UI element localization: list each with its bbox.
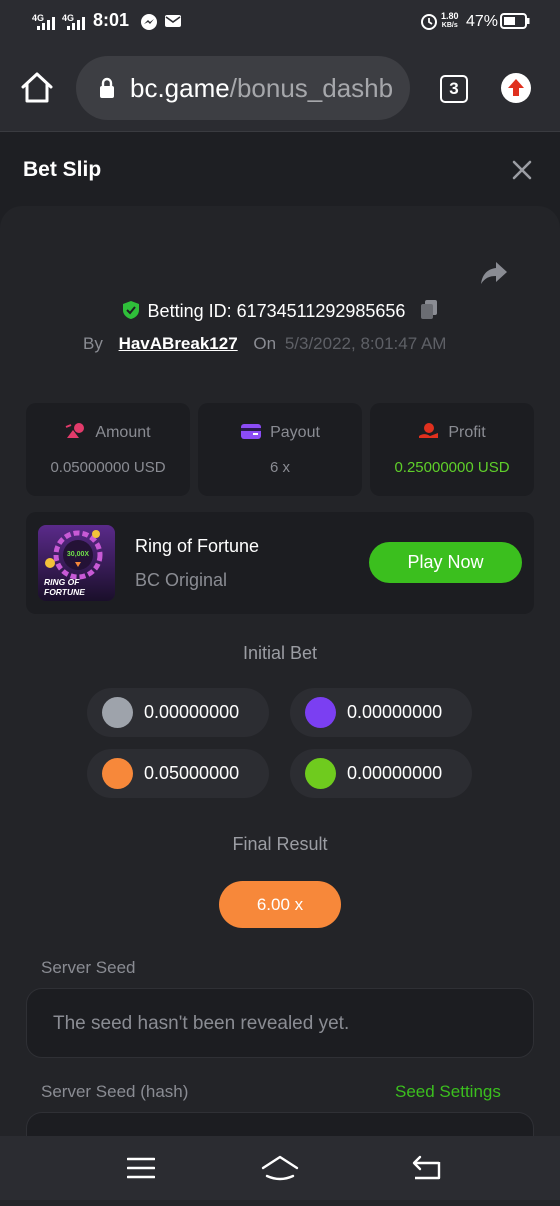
svg-text:FORTUNE: FORTUNE (44, 587, 85, 597)
currency-chip-2: 0.00000000 (290, 688, 472, 737)
home-nav-icon[interactable] (261, 1154, 299, 1182)
chip-value: 0.00000000 (347, 763, 443, 783)
amount-value: 0.05000000 USD (50, 459, 166, 476)
recents-icon[interactable] (127, 1156, 155, 1180)
by-label: By (83, 334, 103, 353)
system-nav-bar (0, 1136, 560, 1200)
profit-label-text: Profit (448, 424, 486, 441)
signal-icon: 4G (32, 13, 55, 30)
bet-datetime: 5/3/2022, 8:01:47 AM (284, 334, 447, 353)
url-text: bc.game/bonus_dashb (130, 73, 393, 104)
alarm-icon (421, 14, 437, 30)
server-seed-hash-label: Server Seed (hash) (41, 1082, 189, 1101)
game-name: Ring of Fortune (135, 536, 260, 556)
game-card: 30,00X RING OF FORTUNE Ring of Fortune B… (26, 512, 534, 614)
game-subtitle: BC Original (135, 570, 228, 590)
status-bar: 4G 4G 8:01 1.80 KB/s 47% (0, 0, 560, 44)
copy-icon[interactable] (420, 299, 438, 320)
profit-icon (419, 423, 439, 438)
final-result-title: Final Result (232, 834, 328, 854)
coin-icon-orange (102, 758, 133, 789)
modal-header: Bet Slip (0, 132, 560, 208)
clock: 8:01 (93, 10, 130, 30)
chip-value: 0.00000000 (144, 702, 240, 722)
profit-card: Profit 0.25000000 USD (370, 403, 534, 496)
shield-icon (122, 301, 139, 319)
coin-icon-gray (102, 697, 133, 728)
profit-value: 0.25000000 USD (394, 459, 510, 476)
battery-icon (500, 13, 530, 29)
currency-chip-1: 0.00000000 (87, 688, 269, 737)
ring-of-fortune-thumbnail: 30,00X RING OF FORTUNE (38, 525, 115, 601)
signal-icon-2: 4G (62, 13, 85, 30)
payout-value: 6 x (269, 459, 290, 476)
battery-percent: 47% (466, 13, 499, 30)
tab-switcher-button[interactable]: 3 (440, 75, 468, 103)
coin-icon-purple (305, 697, 336, 728)
game-thumbnail: 30,00X RING OF FORTUNE (38, 525, 115, 601)
svg-text:30,00X: 30,00X (67, 551, 90, 558)
data-speed: 1.80 KB/s (441, 11, 459, 30)
home-icon[interactable] (20, 71, 54, 105)
seed-settings-link[interactable]: Seed Settings (395, 1082, 501, 1102)
svg-text:4G: 4G (32, 13, 44, 23)
url-host: bc.game (130, 73, 230, 103)
coin-icon-green (305, 758, 336, 789)
amount-label: Amount (26, 422, 190, 442)
svg-text:4G: 4G (62, 13, 74, 23)
on-label: On (253, 334, 277, 353)
final-result-value: 6.00 x (219, 881, 341, 928)
payout-card: Payout 6 x (198, 403, 362, 496)
svg-text:RING OF: RING OF (44, 577, 80, 587)
amount-label-text: Amount (95, 424, 151, 441)
betting-id: Betting ID: 617345112929856​56 (147, 301, 406, 321)
user-link[interactable]: HavABreak127 (119, 334, 238, 353)
server-seed-value: The seed hasn't been revealed yet. (53, 1013, 350, 1034)
share-icon[interactable] (480, 260, 508, 286)
currency-chip-4: 0.00000000 (290, 749, 472, 798)
mail-icon (165, 15, 181, 27)
server-seed-label: Server Seed (41, 958, 136, 977)
back-icon[interactable] (411, 1154, 441, 1182)
betting-id-row: Betting ID: 617345112929856​56 (0, 299, 560, 322)
chip-value: 0.00000000 (347, 702, 443, 722)
page-title: Bet Slip (23, 158, 102, 181)
play-now-button[interactable]: Play Now (369, 542, 522, 583)
messenger-icon (141, 14, 157, 30)
payout-label-text: Payout (270, 424, 320, 441)
browser-toolbar: bc.game/bonus_dashb 3 (0, 44, 560, 132)
close-icon[interactable] (512, 160, 532, 180)
currency-chip-3: 0.05000000 (87, 749, 269, 798)
wallet-icon (241, 424, 262, 439)
bet-meta-row: By HavABreak127 On 5/3/2022, 8:01:47 AM (83, 334, 446, 354)
server-seed-field: The seed hasn't been revealed yet. (26, 988, 534, 1058)
profit-label: Profit (370, 422, 534, 442)
payout-label: Payout (198, 422, 362, 442)
url-bar[interactable]: bc.game/bonus_dashb (76, 56, 410, 120)
lock-icon (100, 77, 114, 98)
chip-value: 0.05000000 (144, 763, 240, 783)
amount-card: Amount 0.05000000 USD (26, 403, 190, 496)
url-path: /bonus_dashb (229, 73, 394, 103)
initial-bet-title: Initial Bet (242, 643, 318, 663)
update-icon[interactable] (500, 72, 532, 104)
amount-icon (66, 423, 85, 438)
